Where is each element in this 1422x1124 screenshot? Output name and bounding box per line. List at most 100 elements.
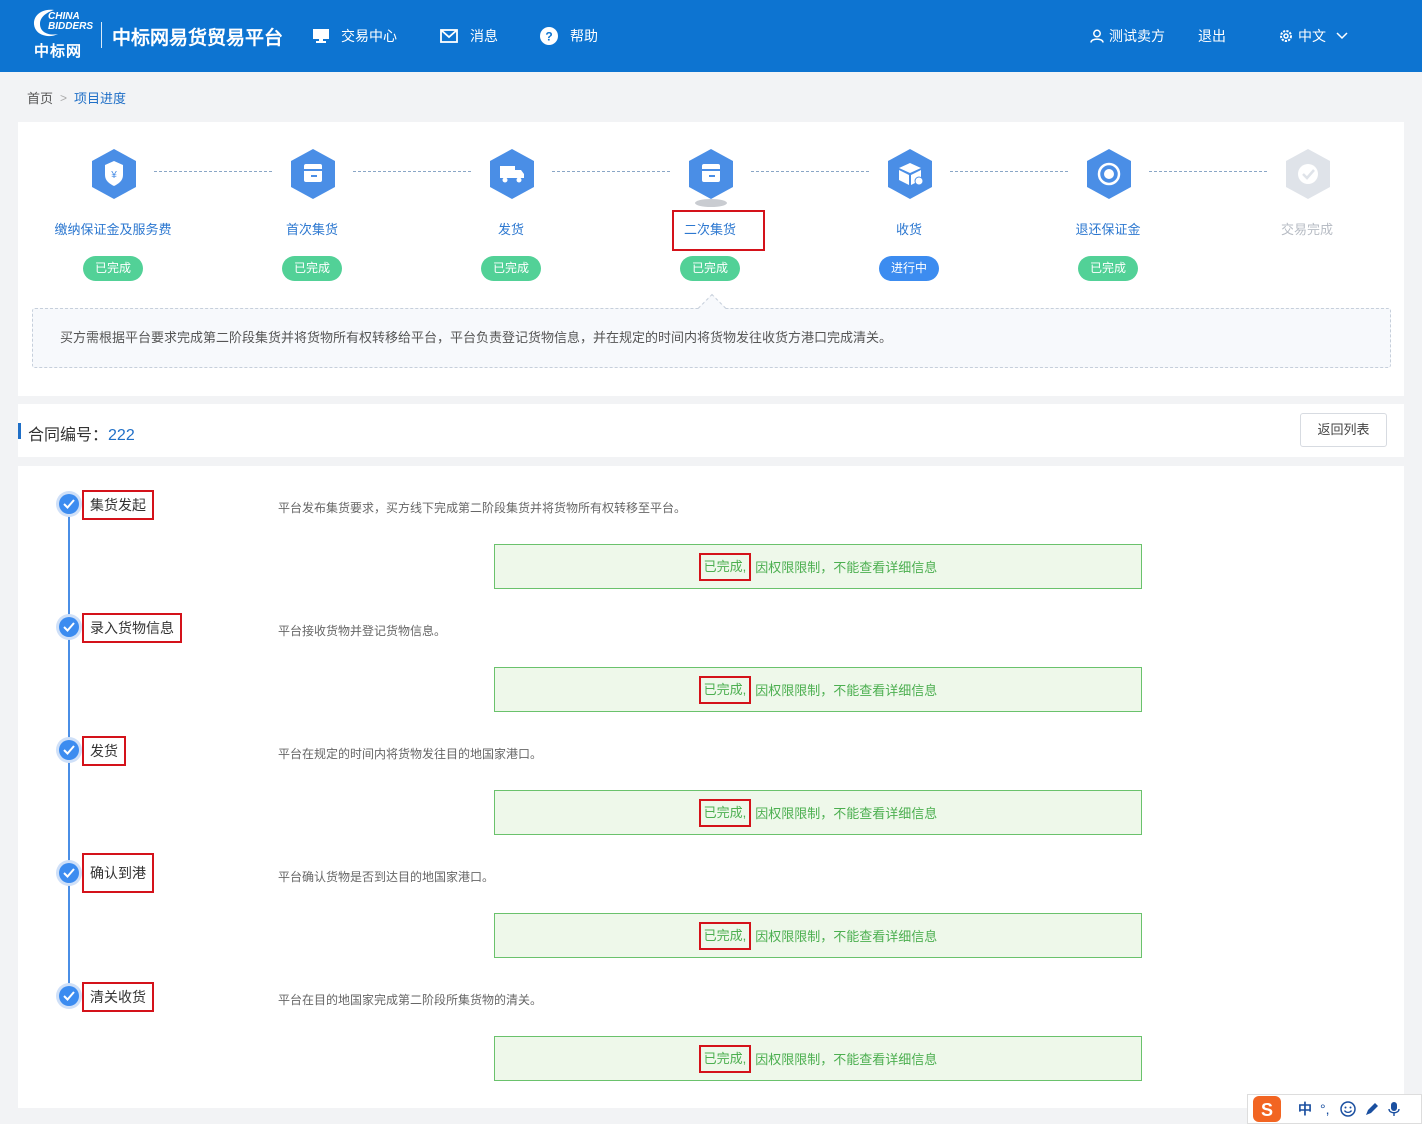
step-connector (154, 171, 272, 172)
check-icon (1286, 149, 1330, 199)
contract-number: 222 (108, 427, 135, 444)
timeline-title: 集货发起 (82, 490, 154, 520)
nav-help[interactable]: ? 帮助 (540, 26, 598, 46)
step-connector (950, 171, 1068, 172)
contract-bar: 合同编号：222 返回列表 (18, 404, 1404, 457)
permission-note: 因权限限制，不能查看详细信息 (755, 560, 938, 575)
top-header: CHINA BIDDERS 中标网 中标网易货贸易平台 交易中心 消息 ? 帮助… (0, 0, 1422, 72)
svg-text:¥: ¥ (110, 170, 117, 181)
highlight-box (672, 210, 765, 251)
step-name: 收货 (895, 222, 922, 237)
timeline-title: 清关收货 (82, 982, 154, 1012)
status-box: 已完成, 因权限限制，不能查看详细信息 (494, 790, 1142, 835)
permission-note: 因权限限制，不能查看详细信息 (755, 806, 938, 821)
smiley-icon[interactable] (1339, 1101, 1356, 1117)
step-connector (1149, 171, 1267, 172)
truck-icon (490, 149, 534, 199)
status-box: 已完成, 因权限限制，不能查看详细信息 (494, 913, 1142, 958)
progress-timeline: 集货发起 平台发布集货要求，买方线下完成第二阶段集货并将货物所有权转移至平台。 … (18, 466, 1404, 1108)
done-label: 已完成, (698, 675, 752, 704)
logout-link[interactable]: 退出 (1198, 26, 1226, 46)
breadcrumb: 首页 > 项目进度 (27, 88, 126, 107)
language-select[interactable]: 中文 (1279, 26, 1348, 46)
timeline-title: 确认到港 (82, 853, 154, 893)
microphone-icon[interactable] (1387, 1101, 1400, 1117)
pen-icon[interactable] (1364, 1101, 1380, 1117)
status-box: 已完成, 因权限限制，不能查看详细信息 (494, 667, 1142, 712)
done-label: 已完成, (698, 798, 752, 827)
permission-note: 因权限限制，不能查看详细信息 (755, 1052, 938, 1067)
step-connector (751, 171, 869, 172)
logout-label: 退出 (1198, 28, 1226, 44)
timeline-desc: 平台发布集货要求，买方线下完成第二阶段集货并将货物所有权转移至平台。 (278, 501, 687, 515)
svg-text:S: S (1261, 1100, 1273, 1120)
chevron-down-icon (1336, 32, 1348, 40)
nav-messages-label: 消息 (470, 28, 498, 44)
language-label: 中文 (1298, 28, 1326, 44)
check-circle-icon (59, 494, 79, 514)
logo-divider (101, 22, 102, 48)
nav-trade-center[interactable]: 交易中心 (313, 26, 397, 46)
step-name: 退还保证金 (1075, 222, 1141, 237)
back-to-list-button[interactable]: 返回列表 (1300, 413, 1387, 447)
check-circle-icon (59, 617, 79, 637)
nav-help-label: 帮助 (570, 28, 598, 44)
breadcrumb-home[interactable]: 首页 (27, 88, 53, 107)
site-title: 中标网易货贸易平台 (112, 28, 284, 49)
timeline-title: 录入货物信息 (82, 613, 182, 643)
breadcrumb-current: 项目进度 (74, 91, 127, 106)
step-name: 交易完成 (1280, 222, 1333, 237)
gear-icon (1280, 30, 1292, 42)
current-step-shadow (695, 199, 727, 207)
mail-icon (440, 29, 458, 43)
refund-icon (1087, 149, 1131, 199)
check-circle-icon (59, 986, 79, 1006)
step-connector (353, 171, 471, 172)
check-circle-icon (59, 740, 79, 760)
timeline-title: 发货 (82, 736, 126, 766)
step-name: 首次集货 (285, 222, 338, 237)
user-icon (1090, 29, 1104, 43)
progress-steps-panel: ¥ 缴纳保证金及服务费 已完成 首次集货 已完成 发货 已完成 二次集货 已完成… (18, 122, 1404, 396)
svg-text:?: ? (545, 30, 552, 44)
nav-messages[interactable]: 消息 (440, 26, 498, 46)
help-circle-icon: ? (540, 27, 558, 45)
timeline-desc: 平台在目的地国家完成第二阶段所集货物的清关。 (278, 993, 543, 1007)
status-badge: 已完成 (83, 256, 143, 281)
timeline-desc: 平台确认货物是否到达目的地国家港口。 (278, 870, 495, 884)
contract-label: 合同编号：222 (28, 421, 135, 445)
section-marker (18, 423, 21, 439)
done-label: 已完成, (698, 552, 752, 581)
contract-label-text: 合同编号： (28, 427, 109, 444)
chevron-right-icon: > (60, 90, 68, 105)
step-name: 发货 (497, 222, 524, 237)
sogou-logo-icon: S (1253, 1096, 1281, 1122)
site-logo[interactable]: CHINA BIDDERS 中标网 (28, 6, 94, 62)
status-badge: 已完成 (481, 256, 541, 281)
receive-box-icon (888, 149, 932, 199)
box-icon (291, 149, 335, 199)
status-badge: 已完成 (282, 256, 342, 281)
user-menu[interactable]: 测试卖方 (1090, 26, 1165, 46)
step-connector (552, 171, 670, 172)
status-badge: 已完成 (680, 256, 740, 281)
status-badge: 已完成 (1078, 256, 1138, 281)
timeline-desc: 平台在规定的时间内将货物发往目的地国家港口。 (278, 747, 543, 761)
permission-note: 因权限限制，不能查看详细信息 (755, 929, 938, 944)
status-badge: 进行中 (879, 256, 939, 281)
status-box: 已完成, 因权限限制，不能查看详细信息 (494, 1036, 1142, 1081)
monitor-icon (313, 29, 329, 43)
done-label: 已完成, (698, 1044, 752, 1073)
punctuation-icon[interactable]: °, (1320, 1101, 1330, 1117)
shield-yen-icon: ¥ (92, 149, 136, 199)
check-circle-icon (59, 863, 79, 883)
logo-english-text: CHINA BIDDERS (48, 11, 94, 32)
done-label: 已完成, (698, 921, 752, 950)
timeline-desc: 平台接收货物并登记货物信息。 (278, 624, 447, 638)
nav-trade-center-label: 交易中心 (341, 28, 397, 44)
status-box: 已完成, 因权限限制，不能查看详细信息 (494, 544, 1142, 589)
ime-toolbar[interactable]: S 中 °, (1247, 1094, 1422, 1124)
logo-chinese-text: 中标网 (34, 43, 83, 60)
step-name: 缴纳保证金及服务费 (54, 222, 172, 237)
ime-mode-label[interactable]: 中 (1298, 1099, 1312, 1119)
